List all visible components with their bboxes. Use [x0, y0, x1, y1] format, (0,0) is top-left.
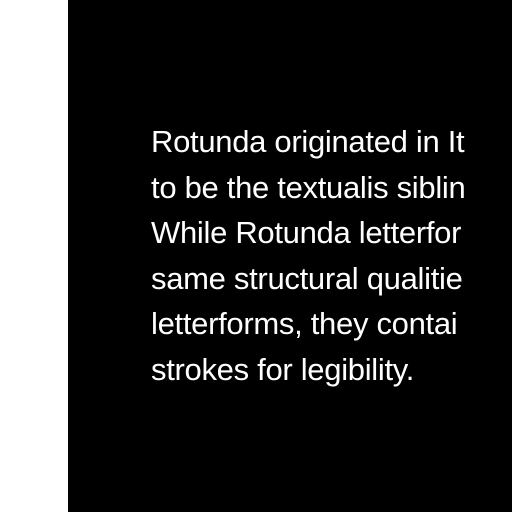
paragraph-text: Rotunda originated in It to be the textu… [151, 119, 466, 392]
text-line: Rotunda originated in It [151, 124, 465, 159]
text-line: letterforms, they contai [151, 306, 458, 341]
text-line: same structural qualitie [151, 260, 463, 296]
black-text-panel: Rotunda originated in It to be the textu… [68, 0, 512, 512]
text-line: to be the textualis siblin [151, 169, 466, 205]
text-line: strokes for legibility. [151, 351, 415, 387]
text-line: While Rotunda letterfor [151, 215, 462, 250]
slide-canvas: Rotunda originated in It to be the textu… [0, 0, 512, 512]
